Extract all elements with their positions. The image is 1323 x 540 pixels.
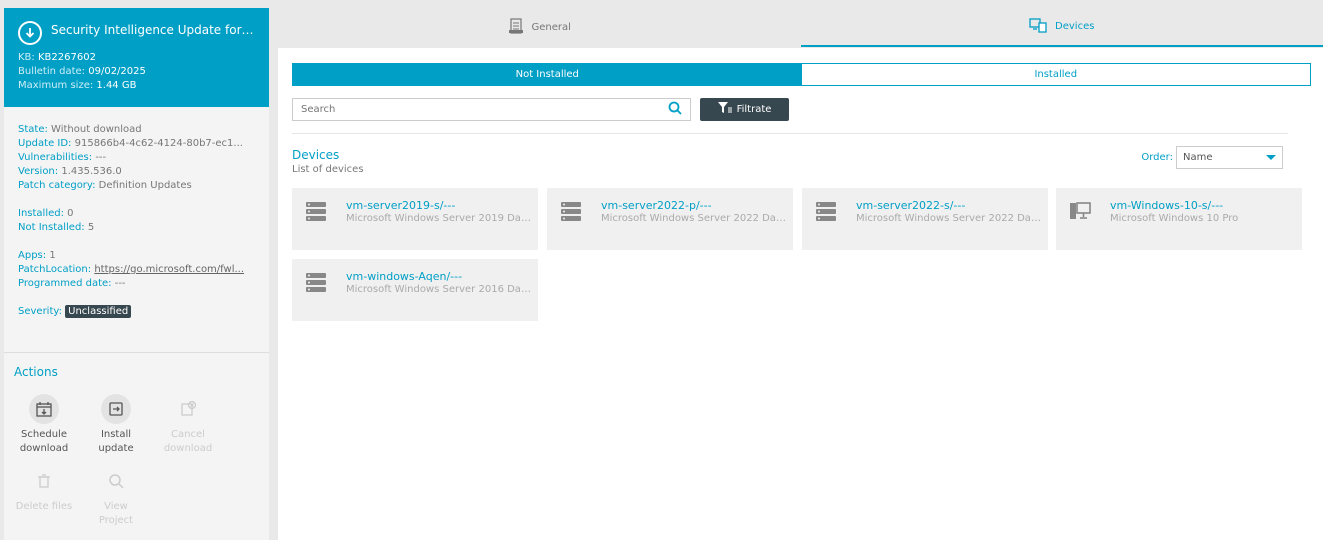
update-id-label: Update ID: bbox=[18, 138, 72, 149]
install-update-button[interactable]: Install update bbox=[86, 394, 146, 456]
version-value: 1.435.536.0 bbox=[61, 166, 122, 177]
devices-icon bbox=[1029, 17, 1047, 36]
programmed-date-label: Programmed date: bbox=[18, 278, 112, 289]
detail-tabs: General Devices bbox=[278, 8, 1323, 47]
update-title: Security Intelligence Update for Mi... bbox=[51, 23, 256, 37]
version-label: Version: bbox=[18, 166, 59, 177]
order-value: Name bbox=[1183, 152, 1213, 163]
vulnerabilities-value: --- bbox=[95, 152, 107, 163]
schedule-download-label-2: download bbox=[19, 443, 69, 454]
size-value: 1.44 GB bbox=[96, 80, 137, 91]
vulnerabilities-label: Vulnerabilities: bbox=[18, 152, 93, 163]
device-os: Microsoft Windows Server 2022 Data... bbox=[601, 213, 786, 224]
cancel-download-icon bbox=[173, 394, 203, 424]
schedule-download-button[interactable]: Schedule download bbox=[14, 394, 74, 456]
device-os: Microsoft Windows Server 2022 Data... bbox=[856, 213, 1041, 224]
apps-label: Apps: bbox=[18, 250, 47, 261]
actions-divider bbox=[4, 352, 269, 353]
install-icon bbox=[101, 394, 131, 424]
update-detail-panel: Security Intelligence Update for Mi... K… bbox=[4, 8, 269, 540]
installed-value: 0 bbox=[67, 208, 74, 219]
tab-devices[interactable]: Devices bbox=[800, 8, 1323, 47]
download-icon bbox=[18, 21, 42, 45]
update-info: State: Without download Update ID: 91586… bbox=[4, 123, 269, 319]
bulletin-label: Bulletin date: bbox=[18, 66, 86, 77]
programmed-date-value: --- bbox=[114, 278, 126, 289]
cancel-download-label-2: download bbox=[163, 443, 213, 454]
severity-label: Severity: bbox=[18, 306, 62, 317]
trash-icon bbox=[29, 466, 59, 496]
device-os: Microsoft Windows Server 2016 Data... bbox=[346, 284, 531, 295]
size-label: Maximum size: bbox=[18, 80, 94, 91]
calendar-download-icon bbox=[29, 394, 59, 424]
severity-badge: Unclassified bbox=[65, 305, 132, 318]
document-icon bbox=[508, 18, 524, 37]
filter-label: Filtrate bbox=[736, 104, 772, 115]
device-os: Microsoft Windows 10 Pro bbox=[1110, 213, 1239, 224]
device-name: vm-windows-Aqen/--- bbox=[346, 270, 463, 283]
update-id-value: 915866b4-4c62-4124-80b7-ec1... bbox=[74, 138, 243, 149]
state-label: State: bbox=[18, 124, 48, 135]
state-value: Without download bbox=[51, 124, 142, 135]
tab-devices-label: Devices bbox=[1055, 21, 1095, 32]
magnifier-icon bbox=[101, 466, 131, 496]
bulletin-value: 09/02/2025 bbox=[88, 66, 146, 77]
kb-label: KB: bbox=[18, 52, 35, 63]
server-icon bbox=[305, 200, 327, 225]
device-card[interactable]: vm-server2022-p/--- Microsoft Windows Se… bbox=[547, 188, 793, 250]
patch-location-link[interactable]: https://go.microsoft.com/fwl... bbox=[94, 264, 244, 275]
device-card[interactable]: vm-server2022-s/--- Microsoft Windows Se… bbox=[802, 188, 1048, 250]
view-project-button[interactable]: View Project bbox=[86, 466, 146, 528]
cancel-download-button[interactable]: Cancel download bbox=[158, 394, 218, 456]
apps-value: 1 bbox=[49, 250, 56, 261]
search-input[interactable] bbox=[301, 104, 668, 115]
actions-title: Actions bbox=[14, 365, 58, 379]
install-update-label-1: Install bbox=[100, 429, 132, 440]
patch-location-label: PatchLocation: bbox=[18, 264, 92, 275]
server-icon bbox=[815, 200, 837, 225]
device-card[interactable]: vm-Windows-10-s/--- Microsoft Windows 10… bbox=[1056, 188, 1302, 250]
installed-tab[interactable]: Installed bbox=[802, 64, 1311, 85]
desktop-icon bbox=[1069, 200, 1091, 225]
order-select[interactable]: Name bbox=[1176, 146, 1283, 169]
delete-files-button[interactable]: Delete files bbox=[14, 466, 74, 514]
device-name: vm-Windows-10-s/--- bbox=[1110, 199, 1224, 212]
install-update-label-2: update bbox=[98, 443, 134, 454]
server-icon bbox=[560, 200, 582, 225]
devices-title: Devices bbox=[292, 148, 340, 162]
devices-content: Not Installed Installed Filtrate Devices… bbox=[278, 48, 1323, 540]
order-label: Order: bbox=[1141, 152, 1173, 163]
device-name: vm-server2022-p/--- bbox=[601, 199, 712, 212]
device-card[interactable]: vm-windows-Aqen/--- Microsoft Windows Se… bbox=[292, 259, 538, 321]
tab-general-label: General bbox=[531, 22, 571, 33]
view-project-label-2: Project bbox=[98, 515, 134, 526]
install-status-toggle: Not Installed Installed bbox=[292, 63, 1311, 86]
search-box bbox=[292, 98, 691, 121]
divider bbox=[292, 133, 1288, 134]
devices-subtitle: List of devices bbox=[292, 164, 364, 175]
not-installed-value: 5 bbox=[87, 222, 95, 233]
search-icon[interactable] bbox=[668, 101, 682, 118]
update-header: Security Intelligence Update for Mi... K… bbox=[4, 8, 269, 107]
installed-label: Installed: bbox=[18, 208, 64, 219]
tab-general[interactable]: General bbox=[278, 8, 801, 47]
device-name: vm-server2019-s/--- bbox=[346, 199, 456, 212]
patch-category-value: Definition Updates bbox=[98, 180, 192, 191]
delete-files-label: Delete files bbox=[15, 501, 73, 512]
schedule-download-label-1: Schedule bbox=[21, 429, 67, 440]
cancel-download-label-1: Cancel bbox=[171, 429, 205, 440]
chevron-down-icon bbox=[1266, 155, 1276, 160]
server-icon bbox=[305, 271, 327, 296]
kb-value: KB2267602 bbox=[37, 52, 96, 63]
device-card[interactable]: vm-server2019-s/--- Microsoft Windows Se… bbox=[292, 188, 538, 250]
order-control: Order: Name bbox=[1141, 146, 1283, 169]
device-name: vm-server2022-s/--- bbox=[856, 199, 966, 212]
not-installed-label: Not Installed: bbox=[18, 222, 85, 233]
not-installed-tab[interactable]: Not Installed bbox=[293, 64, 802, 85]
patch-category-label: Patch category: bbox=[18, 180, 96, 191]
view-project-label-1: View bbox=[104, 501, 128, 512]
device-os: Microsoft Windows Server 2019 Data... bbox=[346, 213, 531, 224]
filter-button[interactable]: Filtrate bbox=[700, 98, 789, 121]
filter-icon bbox=[717, 102, 732, 117]
